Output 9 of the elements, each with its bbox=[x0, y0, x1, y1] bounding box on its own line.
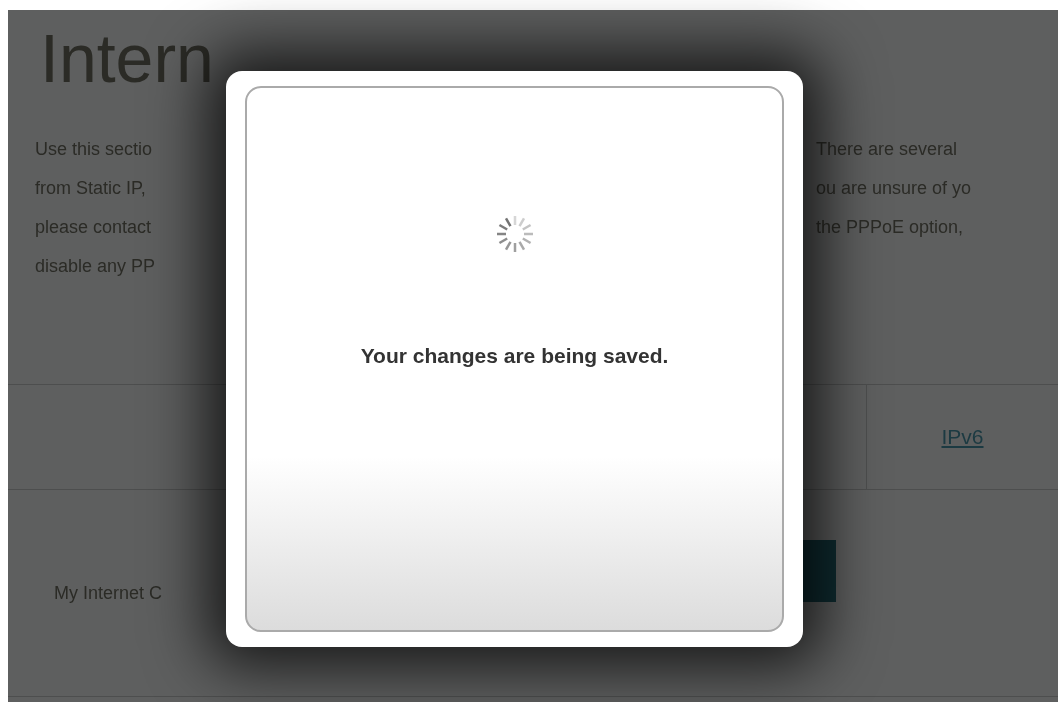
description-text: please contact bbox=[35, 216, 153, 239]
description-text: disable any PP bbox=[35, 255, 156, 278]
connection-label: My Internet C bbox=[54, 581, 163, 605]
description-text: Use this sectio bbox=[35, 138, 154, 161]
description-text: from Static IP, bbox=[35, 177, 147, 200]
saving-message: Your changes are being saved. bbox=[360, 343, 669, 369]
loading-spinner-icon bbox=[494, 214, 535, 254]
page-title: Intern bbox=[40, 20, 214, 96]
tab-link[interactable]: IPv6 bbox=[941, 421, 984, 453]
